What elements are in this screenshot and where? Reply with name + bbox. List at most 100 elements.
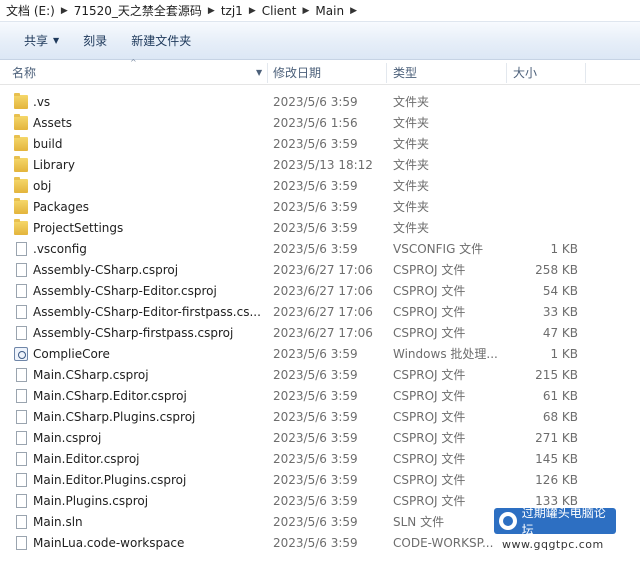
file-type: CSPROJ 文件: [393, 473, 466, 487]
file-row[interactable]: Assembly-CSharp.csproj 2023/6/27 17:06 CSP…: [0, 260, 640, 281]
burn-button[interactable]: 刻录: [71, 28, 119, 53]
sort-ascending-icon: ^: [130, 58, 137, 67]
file-row[interactable]: Main.csproj 2023/5/6 3:59 CSPROJ 文件 271 KB: [0, 428, 640, 449]
column-divider[interactable]: [506, 63, 507, 83]
column-date[interactable]: 修改日期: [273, 61, 321, 85]
file-date: 2023/5/13 18:12: [273, 158, 373, 172]
file-icon: [16, 368, 27, 382]
file-row[interactable]: obj 2023/5/6 3:59 文件夹: [0, 176, 640, 197]
column-header: ^ 名称 ▼ 修改日期 类型 大小: [0, 58, 640, 85]
file-date: 2023/5/6 3:59: [273, 515, 358, 529]
column-size[interactable]: 大小: [513, 61, 537, 85]
chevron-down-icon: ▼: [53, 36, 60, 45]
file-list: .vs 2023/5/6 3:59 文件夹 Assets 2023/5/6 1:56 文件…: [0, 92, 640, 554]
folder-icon: [14, 156, 28, 172]
file-row[interactable]: Main.CSharp.Editor.csproj 2023/5/6 3:59 CS…: [0, 386, 640, 407]
file-date: 2023/5/6 3:59: [273, 242, 358, 256]
file-type: CSPROJ 文件: [393, 431, 466, 445]
file-name: MainLua.code-workspace: [33, 536, 185, 550]
file-size: 1 KB: [550, 347, 578, 361]
share-button[interactable]: 共享 ▼: [12, 28, 71, 53]
batch-file-icon: [14, 347, 28, 361]
file-row[interactable]: .vs 2023/5/6 3:59 文件夹: [0, 92, 640, 113]
file-name: obj: [33, 179, 52, 193]
file-row[interactable]: Packages 2023/5/6 3:59 文件夹: [0, 197, 640, 218]
file-icon: [16, 431, 27, 445]
file-icon: [16, 242, 27, 256]
breadcrumb-label: 71520_天之禁全套源码: [73, 4, 202, 18]
file-row[interactable]: Main.Editor.csproj 2023/5/6 3:59 CSPROJ 文件…: [0, 449, 640, 470]
column-divider[interactable]: [267, 63, 268, 83]
column-name[interactable]: 名称: [12, 61, 36, 85]
file-name: Assembly-CSharp.csproj: [33, 263, 179, 277]
breadcrumb-arrow-icon[interactable]: ▶: [303, 6, 310, 16]
file-row[interactable]: build 2023/5/6 3:59 文件夹: [0, 134, 640, 155]
column-name-dropdown-icon[interactable]: ▼: [256, 61, 262, 85]
file-icon: [16, 536, 27, 550]
file-date: 2023/5/6 3:59: [273, 410, 358, 424]
file-date: 2023/5/6 3:59: [273, 347, 358, 361]
file-name: Assembly-CSharp-Editor.csproj: [33, 284, 217, 298]
file-size: 145 KB: [535, 452, 578, 466]
address-bar[interactable]: 文档 (E:) ▶ 71520_天之禁全套源码 ▶ tzj1 ▶ Client ▶ Main ▶: [0, 0, 640, 22]
file-type: CSPROJ 文件: [393, 410, 466, 424]
breadcrumb-item[interactable]: Client ▶: [262, 4, 316, 18]
file-row[interactable]: Library 2023/5/13 18:12 文件夹: [0, 155, 640, 176]
breadcrumb-item[interactable]: 文档 (E:) ▶: [6, 2, 74, 19]
file-size: 1 KB: [550, 242, 578, 256]
file-row[interactable]: Assembly-CSharp-Editor-firstpass.cs... 20…: [0, 302, 640, 323]
file-row[interactable]: ComplieCore 2023/5/6 3:59 Windows 批处理... 1 …: [0, 344, 640, 365]
file-name: Assembly-CSharp-firstpass.csproj: [33, 326, 234, 340]
file-date: 2023/5/6 3:59: [273, 494, 358, 508]
file-row[interactable]: Assets 2023/5/6 1:56 文件夹: [0, 113, 640, 134]
file-row[interactable]: Assembly-CSharp-firstpass.csproj 2023/6/2…: [0, 323, 640, 344]
file-type: CSPROJ 文件: [393, 452, 466, 466]
breadcrumb-item[interactable]: Main ▶: [315, 4, 363, 18]
column-divider[interactable]: [386, 63, 387, 83]
file-type: VSCONFIG 文件: [393, 242, 484, 256]
column-divider[interactable]: [585, 63, 586, 83]
file-row[interactable]: ProjectSettings 2023/5/6 3:59 文件夹: [0, 218, 640, 239]
file-type: SLN 文件: [393, 515, 445, 529]
file-row[interactable]: .vsconfig 2023/5/6 3:59 VSCONFIG 文件 1 KB: [0, 239, 640, 260]
folder-icon: [14, 114, 28, 130]
folder-icon: [14, 93, 28, 109]
file-size: 54 KB: [542, 284, 578, 298]
file-name: Main.CSharp.csproj: [33, 368, 149, 382]
share-label: 共享: [24, 34, 49, 48]
file-date: 2023/5/6 3:59: [273, 536, 358, 550]
breadcrumb-arrow-icon[interactable]: ▶: [350, 6, 357, 16]
breadcrumb-label: tzj1: [220, 3, 243, 18]
file-size: 33 KB: [542, 305, 578, 319]
file-row[interactable]: Main.CSharp.csproj 2023/5/6 3:59 CSPROJ 文件…: [0, 365, 640, 386]
file-type: CODE-WORKSP...: [393, 536, 494, 550]
file-date: 2023/5/6 3:59: [273, 368, 358, 382]
column-type[interactable]: 类型: [393, 61, 417, 85]
file-icon: [16, 305, 27, 319]
file-size: 61 KB: [542, 389, 578, 403]
file-icon: [16, 284, 27, 298]
file-type: 文件夹: [393, 95, 430, 109]
file-date: 2023/6/27 17:06: [273, 263, 373, 277]
file-type: CSPROJ 文件: [393, 494, 466, 508]
file-type: 文件夹: [393, 137, 430, 151]
breadcrumb-arrow-icon[interactable]: ▶: [249, 6, 256, 16]
file-name: Main.Editor.csproj: [33, 452, 140, 466]
file-type: CSPROJ 文件: [393, 305, 466, 319]
file-row[interactable]: Main.Editor.Plugins.csproj 2023/5/6 3:59 C…: [0, 470, 640, 491]
folder-icon: [14, 177, 28, 193]
file-icon: [16, 263, 27, 277]
new-folder-button[interactable]: 新建文件夹: [119, 28, 203, 53]
breadcrumb-arrow-icon[interactable]: ▶: [61, 6, 68, 16]
new-folder-label: 新建文件夹: [131, 34, 192, 48]
file-size: 126 KB: [535, 473, 578, 487]
breadcrumb-item[interactable]: tzj1 ▶: [221, 4, 262, 18]
breadcrumb-arrow-icon[interactable]: ▶: [208, 6, 215, 16]
file-type: 文件夹: [393, 116, 430, 130]
file-date: 2023/5/6 3:59: [273, 452, 358, 466]
breadcrumb-item[interactable]: 71520_天之禁全套源码 ▶: [74, 2, 221, 19]
file-row[interactable]: Main.CSharp.Plugins.csproj 2023/5/6 3:59 C…: [0, 407, 640, 428]
forum-logo-icon: [499, 512, 517, 530]
file-date: 2023/5/6 3:59: [273, 473, 358, 487]
file-row[interactable]: Assembly-CSharp-Editor.csproj 2023/6/27 1…: [0, 281, 640, 302]
